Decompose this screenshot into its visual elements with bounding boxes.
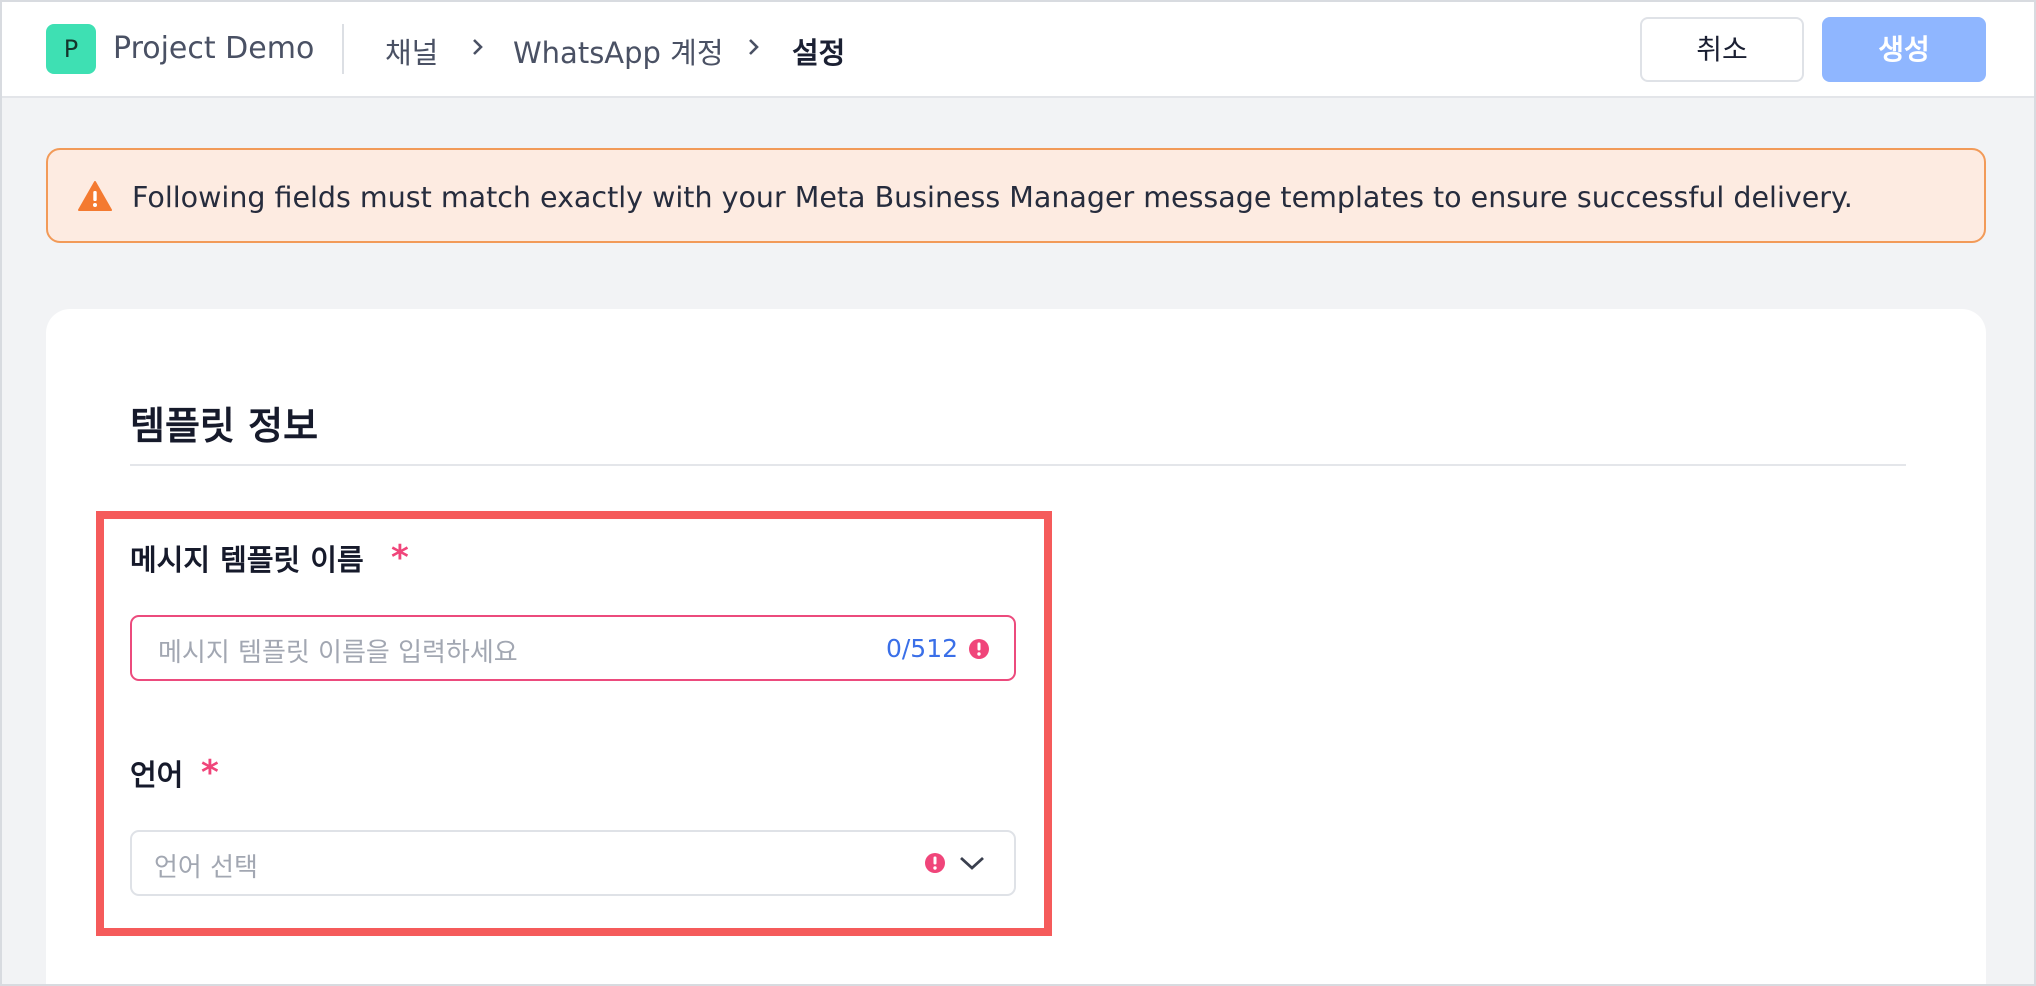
header-divider: [342, 24, 344, 74]
create-button[interactable]: 생성: [1822, 17, 1986, 82]
required-asterisk: *: [391, 538, 409, 578]
error-icon: [925, 853, 945, 873]
template-name-input[interactable]: 메시지 템플릿 이름을 입력하세요 0/512: [130, 615, 1016, 681]
template-info-card: 템플릿 정보 메시지 템플릿 이름 * 메시지 템플릿 이름을 입력하세요 0/…: [46, 309, 1986, 984]
warning-message: Following fields must match exactly with…: [132, 181, 1853, 214]
cancel-button[interactable]: 취소: [1640, 17, 1804, 82]
section-divider: [130, 464, 1906, 466]
character-counter: 0/512: [885, 634, 958, 663]
language-placeholder: 언어 선택: [154, 853, 258, 883]
section-title: 템플릿 정보: [130, 404, 319, 448]
warning-banner: Following fields must match exactly with…: [46, 148, 1986, 243]
app-window: P Project Demo 채널 WhatsApp 계정 설정 취소 생성 F…: [0, 0, 2036, 986]
chevron-down-icon[interactable]: [958, 853, 986, 873]
chevron-right-icon: [749, 39, 759, 55]
breadcrumb-channels[interactable]: 채널: [385, 30, 438, 72]
warning-triangle-icon: [78, 181, 112, 211]
template-name-placeholder: 메시지 템플릿 이름을 입력하세요: [158, 638, 518, 668]
language-select[interactable]: 언어 선택: [130, 830, 1016, 896]
breadcrumb-whatsapp-account[interactable]: WhatsApp 계정: [513, 30, 724, 72]
error-icon: [969, 639, 989, 659]
project-name[interactable]: Project Demo: [113, 31, 314, 66]
template-name-label: 메시지 템플릿 이름: [130, 543, 364, 577]
project-avatar[interactable]: P: [46, 24, 96, 74]
breadcrumb-settings: 설정: [792, 36, 846, 70]
top-header: P Project Demo 채널 WhatsApp 계정 설정 취소 생성: [2, 2, 2034, 98]
language-label: 언어: [130, 758, 184, 792]
required-asterisk: *: [201, 753, 219, 793]
chevron-right-icon: [473, 39, 483, 55]
